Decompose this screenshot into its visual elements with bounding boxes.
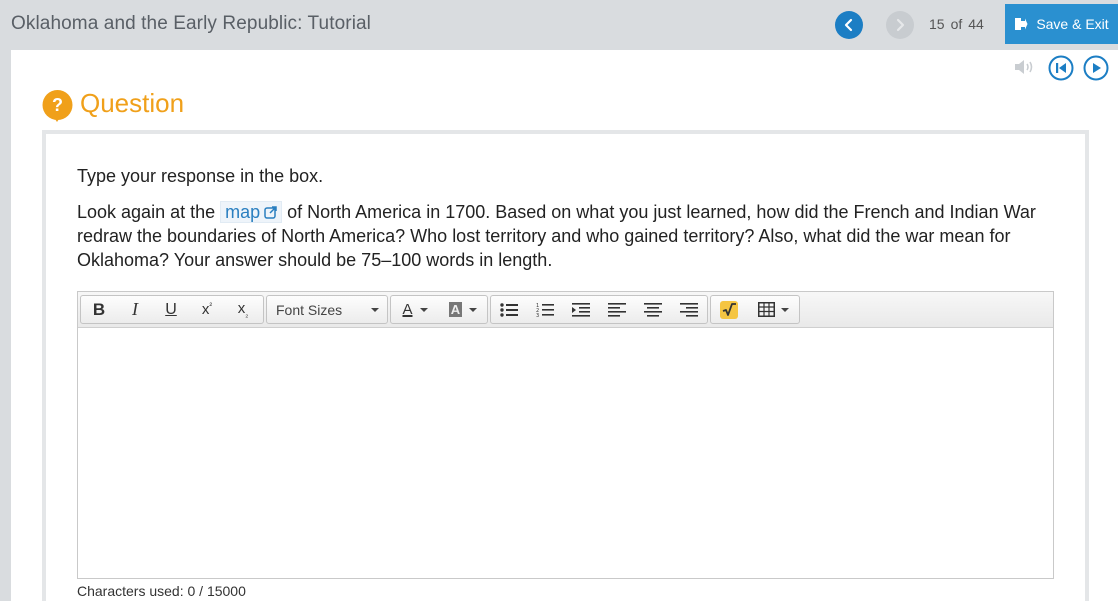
insert-group — [710, 295, 800, 324]
bold-icon: B — [92, 299, 106, 319]
skip-back-icon — [1048, 55, 1074, 81]
align-left-button[interactable] — [599, 296, 635, 323]
dropdown-caret-icon — [780, 307, 789, 312]
bulleted-list-button[interactable] — [491, 296, 527, 323]
numbered-list-icon: 123 — [536, 303, 554, 318]
question-heading: Question — [80, 88, 185, 118]
underline-button[interactable]: U — [153, 296, 189, 323]
align-right-button[interactable] — [671, 296, 707, 323]
indent-icon — [572, 302, 590, 317]
font-size-group: Font Sizes — [266, 295, 388, 324]
prompt-text-before: Look again at the — [77, 202, 221, 222]
dropdown-caret-icon — [419, 307, 428, 312]
font-color-icon: A — [402, 301, 413, 318]
chevron-left-icon — [844, 18, 853, 32]
subscript-icon: x₂ — [237, 300, 249, 319]
bulleted-list-icon — [500, 302, 518, 317]
square-root-icon — [720, 300, 738, 319]
of-label: of — [950, 16, 963, 32]
numbered-list-button[interactable]: 123 — [527, 296, 563, 323]
indent-button[interactable] — [563, 296, 599, 323]
background-color-icon: A — [448, 302, 463, 317]
subscript-button[interactable]: x₂ — [225, 296, 261, 323]
speaker-icon[interactable] — [1013, 57, 1037, 77]
align-right-icon — [680, 302, 698, 317]
chevron-right-icon — [896, 18, 905, 32]
play-icon — [1083, 55, 1109, 81]
underline-icon: U — [165, 300, 177, 318]
bold-button[interactable]: B — [81, 296, 117, 323]
left-margin-strip — [0, 50, 11, 601]
dropdown-caret-icon — [469, 307, 478, 312]
superscript-icon: x² — [201, 301, 213, 318]
color-group: A A — [390, 295, 488, 324]
lesson-title: Oklahoma and the Early Republic: Tutoria… — [11, 13, 372, 34]
top-bar: Oklahoma and the Early Republic: Tutoria… — [0, 0, 1118, 50]
response-editor: B I U x² x₂ Font Sizes A A 123 — [77, 291, 1054, 579]
font-sizes-dropdown[interactable]: Font Sizes — [267, 296, 387, 323]
editor-toolbar: B I U x² x₂ Font Sizes A A 123 — [78, 292, 1053, 328]
table-button[interactable] — [747, 296, 799, 323]
align-left-icon — [608, 302, 626, 317]
format-group: B I U x² x₂ — [80, 295, 264, 324]
rewind-button[interactable] — [1048, 55, 1074, 81]
characters-used-counter: Characters used: 0 / 15000 — [77, 583, 246, 599]
background-color-button[interactable]: A — [439, 296, 487, 323]
svg-text:3: 3 — [536, 313, 539, 318]
align-center-icon — [644, 302, 662, 317]
font-sizes-label: Font Sizes — [276, 301, 343, 318]
table-icon — [757, 302, 775, 317]
play-button[interactable] — [1083, 55, 1109, 81]
font-color-button[interactable]: A — [391, 296, 439, 323]
next-page-button[interactable] — [886, 11, 914, 39]
total-pages: 44 — [968, 16, 984, 32]
list-align-group: 123 — [490, 295, 708, 324]
page-counter: 15 of 44 — [929, 16, 984, 32]
current-page: 15 — [929, 16, 945, 32]
math-equation-button[interactable] — [711, 296, 747, 323]
superscript-button[interactable]: x² — [189, 296, 225, 323]
italic-button[interactable]: I — [117, 296, 153, 323]
save-exit-label: Save & Exit — [1036, 16, 1109, 32]
external-link-icon — [264, 206, 277, 219]
map-link[interactable]: map — [220, 201, 283, 223]
previous-page-button[interactable] — [835, 11, 863, 39]
align-center-button[interactable] — [635, 296, 671, 323]
exit-icon — [1015, 18, 1028, 30]
map-link-label: map — [225, 202, 261, 222]
italic-icon: I — [132, 299, 138, 319]
save-exit-button[interactable]: Save & Exit — [1005, 4, 1118, 44]
question-icon: ? — [42, 90, 73, 123]
question-prompt: Look again at the map of North America i… — [77, 200, 1052, 272]
svg-text:?: ? — [52, 95, 63, 115]
instruction-text: Type your response in the box. — [77, 166, 324, 186]
dropdown-caret-icon — [371, 308, 379, 312]
response-text-area[interactable] — [78, 328, 1053, 578]
